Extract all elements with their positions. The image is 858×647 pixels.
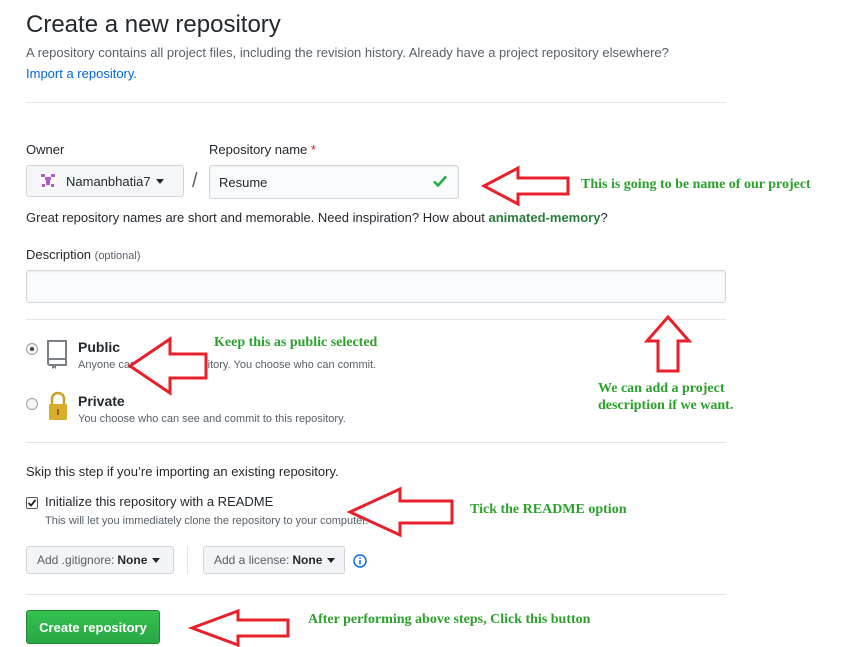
annotation-description-line2: description if we want. [598, 398, 734, 413]
public-label: Public [78, 339, 121, 355]
page-subtitle: A repository contains all project files,… [26, 45, 669, 60]
readme-checkbox[interactable] [26, 497, 38, 509]
divider [26, 319, 726, 320]
private-radio[interactable] [26, 398, 38, 410]
identicon-icon [40, 173, 56, 189]
owner-repo-slash: / [192, 170, 198, 192]
annotation-name: This is going to be name of our project [581, 177, 811, 192]
annotation-description-line1: We can add a project [598, 381, 725, 396]
divider [26, 442, 726, 443]
annotation-arrow-left [127, 336, 208, 396]
annotation-arrow-left [480, 165, 570, 207]
divider [26, 594, 726, 595]
description-label-text: Description [26, 247, 92, 262]
annotation-button: After performing above steps, Click this… [308, 612, 591, 627]
owner-select[interactable]: Namanbhatia7 [26, 165, 184, 197]
annotation-arrow-left [187, 608, 290, 647]
lock-icon [49, 391, 67, 420]
readme-note: This will let you immediately clone the … [45, 515, 369, 527]
check-icon [27, 499, 37, 507]
gitignore-select[interactable]: Add .gitignore: None [26, 546, 174, 574]
hint-text: Great repository names are short and mem… [26, 210, 485, 225]
description-label: Description (optional) [26, 247, 141, 262]
import-repository-link[interactable]: Import a repository. [26, 66, 137, 81]
required-mark: * [310, 142, 316, 157]
public-radio[interactable] [26, 343, 38, 355]
chevron-down-icon [152, 557, 161, 563]
annotation-arrow-left [346, 486, 454, 538]
create-repository-button[interactable]: Create repository [26, 610, 160, 644]
hint-suffix: ? [600, 210, 608, 225]
page-title: Create a new repository [26, 11, 281, 38]
check-icon [433, 175, 447, 188]
suggested-name-link[interactable]: animated-memory [488, 210, 600, 225]
annotation-arrow-up [643, 314, 693, 373]
book-icon [47, 340, 67, 369]
select-separator [187, 546, 188, 574]
optional-note: (optional) [94, 250, 141, 262]
license-select[interactable]: Add a license: None [203, 546, 345, 574]
gitignore-value: None [117, 553, 148, 567]
annotation-readme: Tick the README option [470, 502, 627, 517]
chevron-down-icon [327, 557, 336, 563]
readme-label[interactable]: Initialize this repository with a README [45, 494, 273, 509]
license-value: None [292, 553, 323, 567]
repo-name-label: Repository name * [209, 142, 316, 157]
repository-name-input[interactable] [209, 165, 459, 199]
private-label: Private [78, 393, 125, 409]
divider [26, 102, 726, 103]
gitignore-label: Add .gitignore: [37, 553, 115, 567]
skip-note: Skip this step if you’re importing an ex… [26, 464, 339, 479]
description-input[interactable] [26, 270, 726, 303]
owner-label: Owner [26, 142, 65, 157]
info-icon[interactable] [353, 554, 367, 568]
repo-name-hint: Great repository names are short and mem… [26, 210, 608, 225]
private-note: You choose who can see and commit to thi… [78, 413, 346, 425]
annotation-public: Keep this as public selected [214, 335, 378, 350]
repo-name-label-text: Repository name [209, 142, 308, 157]
license-label: Add a license: [214, 553, 290, 567]
chevron-down-icon [155, 178, 164, 184]
public-note: Anyone can see this repository. You choo… [78, 359, 377, 371]
owner-name: Namanbhatia7 [66, 173, 151, 189]
